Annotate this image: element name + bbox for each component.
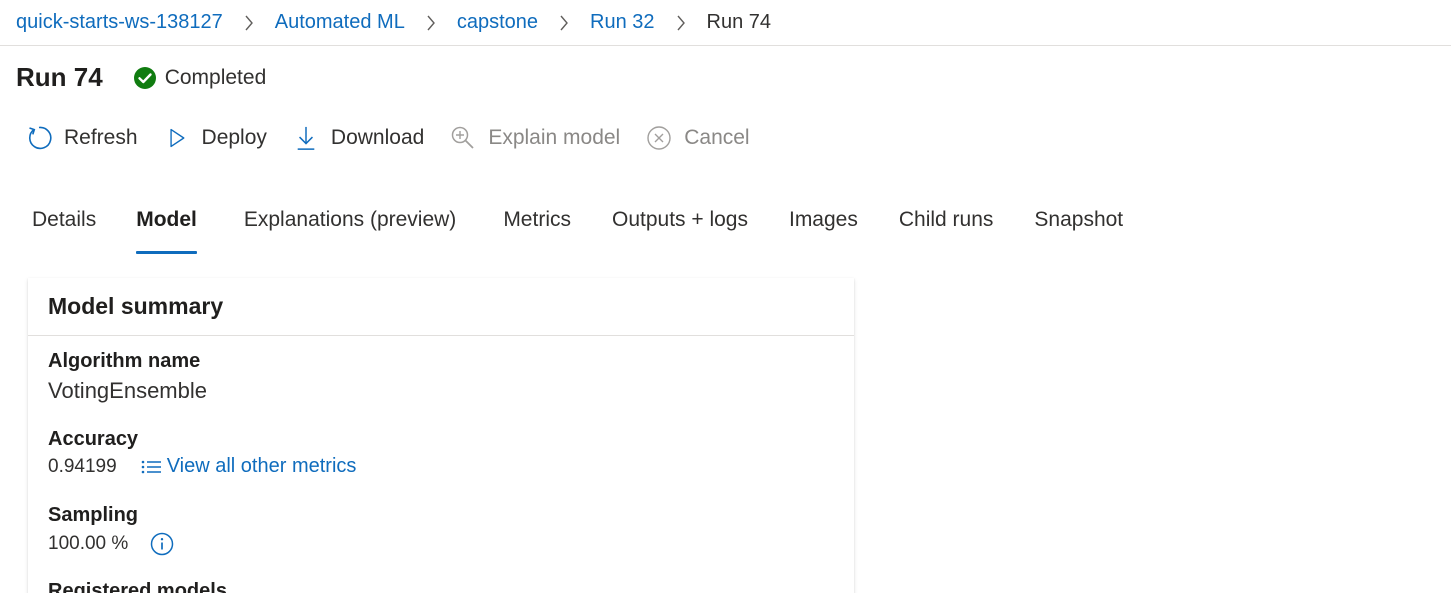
accuracy-value: 0.94199 xyxy=(48,455,117,477)
sampling-field: Sampling 100.00 % xyxy=(28,504,174,556)
explain-model-label: Explain model xyxy=(488,126,621,149)
breadcrumb-automated-ml[interactable]: Automated ML xyxy=(275,11,405,34)
sampling-label: Sampling xyxy=(48,504,139,526)
download-button[interactable]: Download xyxy=(293,124,424,152)
chevron-right-icon xyxy=(405,15,457,31)
status-badge: Completed xyxy=(133,65,267,90)
accuracy-field: Accuracy 0.94199 View all other metrics xyxy=(28,428,356,478)
tab-snapshot[interactable]: Snapshot xyxy=(1014,204,1143,254)
registered-models-label: Registered models xyxy=(48,580,227,593)
breadcrumb-experiment[interactable]: capstone xyxy=(457,11,538,34)
list-icon xyxy=(139,457,163,477)
play-icon xyxy=(164,124,190,152)
tab-child-runs[interactable]: Child runs xyxy=(879,204,1014,254)
view-all-metrics-label: View all other metrics xyxy=(166,455,357,477)
tab-model[interactable]: Model xyxy=(116,204,217,254)
algorithm-value: VotingEnsemble xyxy=(48,378,207,403)
accuracy-label: Accuracy xyxy=(48,428,139,450)
check-circle-icon xyxy=(133,66,157,90)
breadcrumb-current: Run 74 xyxy=(706,11,772,33)
refresh-button[interactable]: Refresh xyxy=(26,124,138,152)
chevron-right-icon xyxy=(223,15,275,31)
explain-model-button[interactable]: Explain model xyxy=(450,124,620,152)
model-summary-card: Model summary Algorithm name VotingEnsem… xyxy=(28,278,854,593)
algorithm-label: Algorithm name xyxy=(48,350,201,372)
status-text: Completed xyxy=(164,65,267,89)
refresh-icon xyxy=(26,124,52,152)
explain-icon xyxy=(450,124,476,152)
algorithm-field: Algorithm name VotingEnsemble xyxy=(28,350,207,404)
download-icon xyxy=(293,124,319,152)
deploy-label: Deploy xyxy=(201,126,267,149)
tab-bar: Details Model Explanations (preview) Met… xyxy=(12,204,1144,254)
breadcrumb-workspace[interactable]: quick-starts-ws-138127 xyxy=(16,11,223,34)
breadcrumb-parent-run[interactable]: Run 32 xyxy=(590,11,655,34)
tab-details[interactable]: Details xyxy=(12,204,116,254)
sampling-value: 100.00 % xyxy=(48,533,129,554)
chevron-right-icon xyxy=(655,15,707,31)
title-row: Run 74 Completed xyxy=(16,62,266,93)
toolbar: Refresh Deploy Download Explain model Ca… xyxy=(26,124,776,152)
tab-outputs-logs[interactable]: Outputs + logs xyxy=(592,204,768,254)
download-label: Download xyxy=(330,126,425,149)
cancel-button[interactable]: Cancel xyxy=(646,124,750,152)
tab-images[interactable]: Images xyxy=(769,204,878,254)
tab-explanations[interactable]: Explanations (preview) xyxy=(224,204,476,254)
view-all-metrics-link[interactable]: View all other metrics xyxy=(139,455,357,478)
page-title: Run 74 xyxy=(16,62,103,92)
cancel-icon xyxy=(646,124,672,152)
breadcrumb: quick-starts-ws-138127 Automated ML caps… xyxy=(0,0,1451,46)
info-icon[interactable] xyxy=(150,532,174,556)
card-title: Model summary xyxy=(28,278,854,336)
chevron-right-icon xyxy=(538,15,590,31)
registered-models-field: Registered models xyxy=(28,580,227,593)
cancel-label: Cancel xyxy=(684,126,750,149)
refresh-label: Refresh xyxy=(64,126,138,149)
tab-metrics[interactable]: Metrics xyxy=(483,204,591,254)
deploy-button[interactable]: Deploy xyxy=(164,124,267,152)
